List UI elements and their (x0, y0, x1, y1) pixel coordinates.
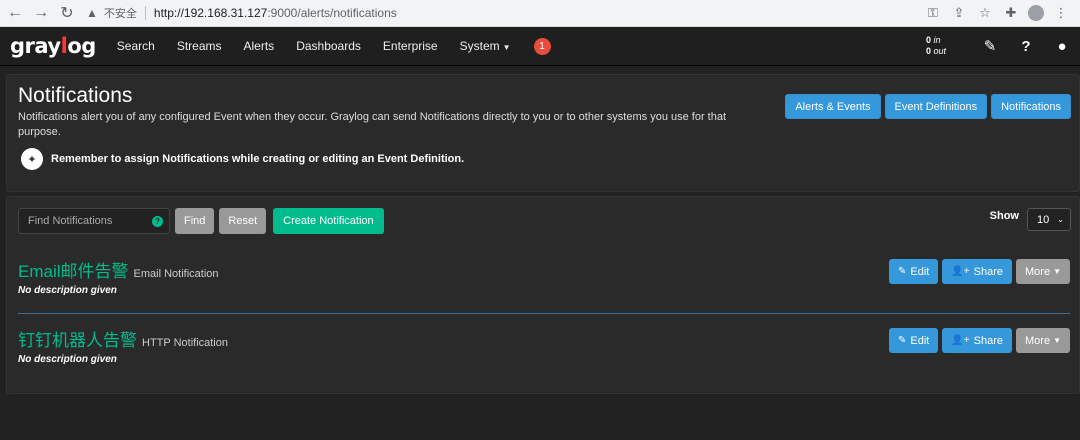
caret-down-icon: ▼ (502, 43, 511, 52)
notification-description: No description given (18, 285, 117, 296)
notifications-button[interactable]: Notifications (991, 94, 1071, 119)
event-definitions-button[interactable]: Event Definitions (884, 94, 988, 119)
edit-button[interactable]: ✎ Edit (889, 328, 939, 353)
scratchpad-edit-icon[interactable]: ✎ (972, 37, 1008, 55)
find-button[interactable]: Find (175, 208, 215, 234)
address-bar[interactable]: ▲ 不安全 http://192.168.31.127:9000/alerts/… (86, 0, 920, 27)
notification-count-badge[interactable]: 1 (533, 37, 551, 55)
nav-system[interactable]: System ▼ (449, 39, 522, 53)
key-icon[interactable]: ⚿ (920, 2, 946, 24)
tip-text: Remember to assign Notifications while c… (51, 153, 465, 165)
main-navbar: graylog Search Streams Alerts Dashboards… (0, 27, 1080, 66)
page-description: Notifications alert you of any configure… (18, 111, 727, 138)
insecure-label: 不安全 (103, 8, 137, 20)
browser-toolbar: ← → ↻ ▲ 不安全 http://192.168.31.127:9000/a… (0, 0, 1080, 27)
search-box: ? (18, 208, 170, 234)
notification-type: HTTP Notification (142, 337, 228, 349)
graylog-logo[interactable]: graylog (10, 34, 96, 58)
back-icon[interactable]: ← (4, 2, 26, 24)
question-icon[interactable]: ? (152, 216, 163, 227)
show-label: Show (989, 209, 1019, 222)
nav-search[interactable]: Search (106, 39, 166, 53)
search-input[interactable] (28, 215, 148, 227)
search-toolbar: ? Find Reset Create Notification (18, 208, 384, 234)
page-header: Notifications Notifications alert you of… (6, 74, 1080, 192)
url-host: http://192.168.31.127 (153, 6, 268, 20)
row-divider (18, 313, 1070, 314)
notification-type: Email Notification (133, 268, 219, 280)
chevron-down-icon: ⌄ (1057, 215, 1064, 224)
create-notification-button[interactable]: Create Notification (273, 208, 384, 234)
reload-icon[interactable]: ↻ (56, 2, 78, 24)
share-page-icon[interactable]: ⇪ (946, 2, 972, 24)
user-icon[interactable]: ● (1044, 38, 1080, 55)
notification-title[interactable]: 钉钉机器人告警 (18, 326, 137, 351)
warning-icon: ▲ (86, 6, 98, 20)
tip-callout: ✦ Remember to assign Notifications while… (21, 148, 464, 170)
user-plus-icon: 👤+ (951, 266, 970, 277)
edit-icon: ✎ (898, 266, 907, 277)
forward-icon[interactable]: → (30, 2, 52, 24)
share-button[interactable]: 👤+ Share (942, 259, 1013, 284)
page-size-control: Show 10 ⌄ (990, 208, 1071, 231)
caret-down-icon: ▼ (1053, 267, 1061, 276)
lightbulb-icon: ✦ (21, 148, 43, 170)
more-button[interactable]: More ▼ (1016, 259, 1070, 284)
url-path: :9000/alerts/notifications (267, 6, 397, 20)
edit-button[interactable]: ✎ Edit (889, 259, 939, 284)
alerts-events-button[interactable]: Alerts & Events (785, 94, 881, 119)
url-divider (144, 6, 146, 20)
help-icon[interactable]: ? (1008, 38, 1044, 55)
extensions-icon[interactable]: ✚ (998, 2, 1024, 24)
nav-enterprise[interactable]: Enterprise (372, 39, 449, 53)
nav-streams[interactable]: Streams (166, 39, 233, 53)
browser-menu-icon[interactable]: ⋮ (1048, 2, 1074, 24)
notification-description: No description given (18, 354, 117, 365)
notification-title[interactable]: Email邮件告警 (18, 257, 129, 282)
list-item: Email邮件告警 Email Notification No descript… (18, 257, 1070, 296)
nav-alerts[interactable]: Alerts (233, 39, 286, 53)
caret-down-icon: ▼ (1053, 336, 1061, 345)
edit-icon: ✎ (898, 335, 907, 346)
share-button[interactable]: 👤+ Share (942, 328, 1013, 353)
notifications-list-panel: ? Find Reset Create Notification Show 10… (6, 196, 1080, 394)
page-title: Notifications (18, 84, 133, 107)
user-plus-icon: 👤+ (951, 335, 970, 346)
throughput-indicator: 0 in 0 out (925, 35, 946, 56)
bookmark-star-icon[interactable]: ☆ (972, 2, 998, 24)
list-item: 钉钉机器人告警 HTTP Notification No description… (18, 326, 1070, 365)
nav-dashboards[interactable]: Dashboards (285, 39, 372, 53)
profile-avatar-icon[interactable] (1028, 5, 1044, 21)
page-size-select[interactable]: 10 ⌄ (1027, 208, 1071, 231)
reset-button[interactable]: Reset (219, 208, 267, 234)
more-button[interactable]: More ▼ (1016, 328, 1070, 353)
